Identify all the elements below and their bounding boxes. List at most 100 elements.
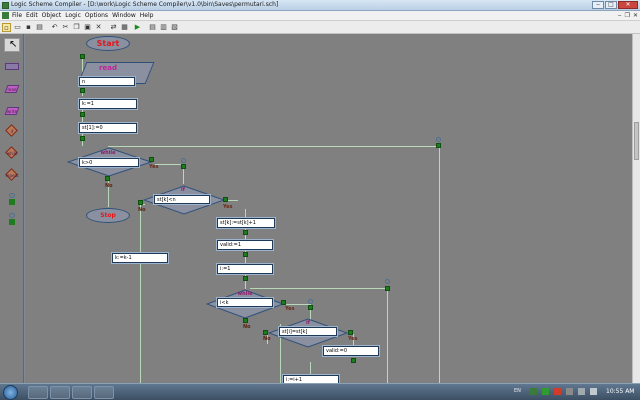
- taskbar-media-icon[interactable]: [50, 386, 70, 399]
- app-icon: [2, 2, 9, 9]
- while-condition-field[interactable]: k>0: [79, 158, 139, 167]
- cut-icon[interactable]: ✂: [61, 23, 70, 32]
- port[interactable]: [105, 176, 110, 181]
- close-button[interactable]: ✕: [618, 1, 638, 9]
- port[interactable]: [149, 157, 154, 162]
- port[interactable]: [80, 54, 85, 59]
- connector-hook[interactable]: [436, 137, 441, 142]
- menu-edit[interactable]: Edit: [26, 12, 38, 19]
- tray-alert-icon[interactable]: [554, 388, 561, 395]
- menu-object[interactable]: Object: [42, 12, 62, 19]
- assign-k-block[interactable]: k:=1: [79, 99, 137, 109]
- palette-while-block[interactable]: while: [4, 146, 20, 160]
- valid-one-block[interactable]: valid:=1: [217, 240, 273, 250]
- if-condition-field[interactable]: st[k]<n: [154, 195, 210, 204]
- if-inner-condition-field[interactable]: st[i]=st[k]: [279, 327, 337, 336]
- tray-app-icon[interactable]: [530, 388, 537, 395]
- while-inner-condition-field[interactable]: i<k: [217, 298, 273, 307]
- open-file-icon[interactable]: ▭: [13, 23, 22, 32]
- stop-terminal[interactable]: Stop: [86, 208, 130, 223]
- no-label: No: [138, 207, 146, 213]
- start-terminal[interactable]: Start: [86, 36, 130, 51]
- port[interactable]: [385, 286, 390, 291]
- maximize-button[interactable]: □: [605, 1, 617, 9]
- menu-window[interactable]: Window: [112, 12, 136, 19]
- copy-icon[interactable]: ❐: [72, 23, 81, 32]
- flowchart-canvas[interactable]: Start read n k:=1 st[1]:=0 while k>0 Yes…: [25, 34, 632, 383]
- assign-i-block[interactable]: i:=1: [217, 264, 273, 274]
- toolbar: ▫ ▭ ▪ ▤ ↶ ✂ ❐ ▣ ✕ ⇄ ▦ ▶ ▤ ▥ ▧: [0, 21, 640, 34]
- compile-icon[interactable]: ⇄: [109, 23, 118, 32]
- increment-i-block[interactable]: i:=i+1: [283, 375, 339, 383]
- port[interactable]: [243, 252, 248, 257]
- build-icon[interactable]: ▦: [120, 23, 129, 32]
- palette-connector-ports[interactable]: [4, 192, 20, 206]
- connector-hook[interactable]: [385, 279, 390, 284]
- palette-repeat-block[interactable]: repeat: [4, 168, 20, 182]
- delete-icon[interactable]: ✕: [94, 23, 103, 32]
- port[interactable]: [243, 318, 248, 323]
- connector-hook[interactable]: [308, 299, 313, 304]
- menu-logic[interactable]: Logic: [65, 12, 81, 19]
- start-button[interactable]: [3, 385, 18, 400]
- palette-write-block[interactable]: write: [4, 104, 20, 118]
- port[interactable]: [80, 88, 85, 93]
- menu-file[interactable]: File: [12, 12, 22, 19]
- decrement-k-block[interactable]: k:=k-1: [112, 253, 168, 263]
- port[interactable]: [263, 330, 268, 335]
- layout-icon[interactable]: ▤: [148, 23, 157, 32]
- taskbar-browser-icon[interactable]: [72, 386, 92, 399]
- assign-st-block[interactable]: st[1]:=0: [79, 123, 137, 133]
- port[interactable]: [281, 300, 286, 305]
- port[interactable]: [181, 164, 186, 169]
- taskbar-logic-compiler-icon[interactable]: [94, 386, 114, 399]
- vertical-scrollbar[interactable]: [632, 34, 640, 383]
- no-label: No: [263, 336, 271, 342]
- port[interactable]: [436, 143, 441, 148]
- doc-close-button[interactable]: ✕: [633, 12, 638, 19]
- tray-flag-icon[interactable]: [566, 388, 573, 395]
- save-icon[interactable]: ▪: [24, 23, 33, 32]
- palette-process-block[interactable]: [4, 60, 20, 74]
- port[interactable]: [243, 230, 248, 235]
- doc-minimize-button[interactable]: ‒: [618, 12, 622, 19]
- language-indicator[interactable]: EN: [514, 388, 521, 394]
- minimize-button[interactable]: ‒: [592, 1, 604, 9]
- port[interactable]: [80, 112, 85, 117]
- undo-icon[interactable]: ↶: [50, 23, 59, 32]
- read-input-field[interactable]: n: [79, 77, 135, 86]
- tray-network-icon[interactable]: [542, 388, 549, 395]
- port[interactable]: [351, 358, 356, 363]
- run-icon[interactable]: ▶: [133, 23, 142, 32]
- menu-help[interactable]: Help: [140, 12, 154, 19]
- connector-hook[interactable]: [181, 158, 186, 163]
- doc-restore-button[interactable]: ❐: [625, 12, 630, 19]
- palette-read-block[interactable]: read: [4, 82, 20, 96]
- increment-st-block[interactable]: st[k]:=st[k]+1: [217, 218, 275, 228]
- valid-zero-block[interactable]: valid:=0: [323, 346, 379, 356]
- taskbar-explorer-icon[interactable]: [28, 386, 48, 399]
- palette-if-block[interactable]: if: [4, 124, 20, 138]
- port[interactable]: [223, 197, 228, 202]
- port[interactable]: [243, 276, 248, 281]
- window-controls: ‒ □ ✕: [592, 1, 638, 9]
- scrollbar-thumb[interactable]: [634, 122, 639, 160]
- palette-connector-node[interactable]: [4, 212, 20, 226]
- block-palette: ↖ read write if while repeat: [0, 34, 24, 383]
- paste-icon[interactable]: ▣: [83, 23, 92, 32]
- yes-label: Yes: [223, 204, 233, 210]
- properties-icon[interactable]: ▥: [159, 23, 168, 32]
- tray-monitor-icon[interactable]: [578, 388, 585, 395]
- new-file-icon[interactable]: ▫: [2, 23, 11, 32]
- port[interactable]: [308, 305, 313, 310]
- port[interactable]: [138, 200, 143, 205]
- port[interactable]: [348, 330, 353, 335]
- menu-options[interactable]: Options: [85, 12, 108, 19]
- palette-pointer[interactable]: ↖: [4, 38, 20, 52]
- port[interactable]: [80, 136, 85, 141]
- tray-volume-icon[interactable]: [590, 388, 597, 395]
- read-title: read: [99, 64, 117, 72]
- print-icon[interactable]: ▤: [35, 23, 44, 32]
- zoom-icon[interactable]: ▧: [170, 23, 179, 32]
- clock: 10:55 AM: [606, 388, 635, 395]
